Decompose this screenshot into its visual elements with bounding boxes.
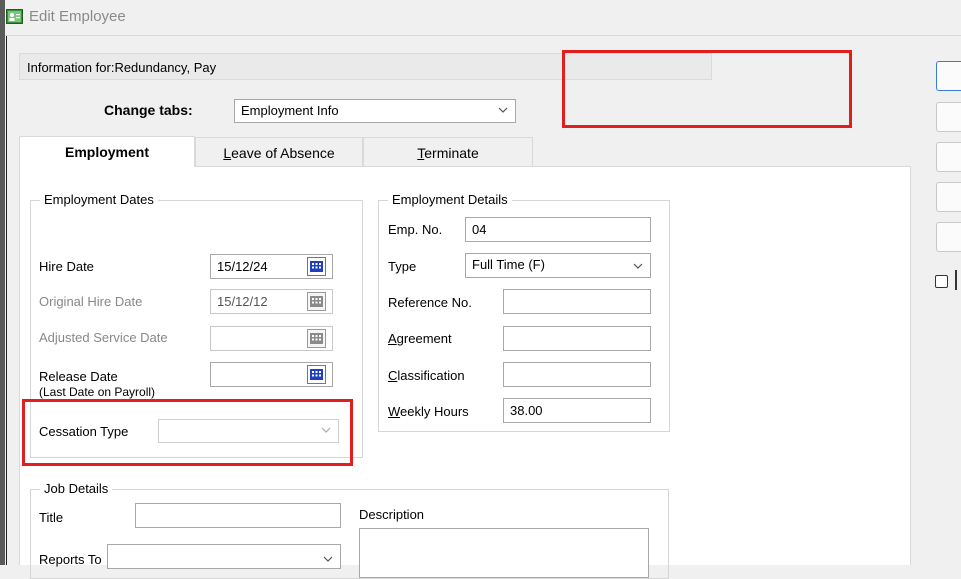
chevron-down-icon xyxy=(498,107,508,113)
classification-label-rest: lassification xyxy=(397,368,465,383)
weekly-hours-input[interactable]: 38.00 xyxy=(503,398,651,423)
classification-input[interactable] xyxy=(503,362,651,387)
change-tabs-label: Change tabs: xyxy=(104,102,193,118)
highlight-box-top xyxy=(562,50,852,128)
type-value: Full Time (F) xyxy=(472,257,545,272)
classification-hotkey: C xyxy=(388,368,398,383)
change-tabs-select[interactable]: Employment Info xyxy=(234,99,516,123)
side-checkbox[interactable] xyxy=(935,275,948,288)
info-label: Information for: xyxy=(27,60,115,75)
emp-no-value: 04 xyxy=(472,222,487,237)
tab-leave-of-absence[interactable]: Leave of Absence xyxy=(195,137,363,167)
agreement-input[interactable] xyxy=(503,326,651,351)
change-tabs-value: Employment Info xyxy=(241,103,339,118)
chevron-down-icon xyxy=(323,556,333,562)
emp-no-input[interactable]: 04 xyxy=(465,217,651,242)
side-button-4[interactable] xyxy=(936,182,961,212)
chevron-down-icon xyxy=(633,263,643,269)
emp-no-label: Emp. No. xyxy=(388,222,443,237)
reference-no-label: Reference No. xyxy=(388,295,472,310)
side-button-2[interactable] xyxy=(936,102,961,132)
agreement-label: Agreement xyxy=(388,331,452,346)
calendar-icon[interactable] xyxy=(307,257,326,276)
agreement-label-rest: greement xyxy=(396,331,452,346)
employee-card-icon xyxy=(6,9,23,24)
reference-no-input[interactable] xyxy=(503,289,651,314)
classification-label: Classification xyxy=(388,368,465,383)
tab-employment[interactable]: Employment xyxy=(19,136,195,167)
calendar-icon xyxy=(307,329,326,348)
job-details-legend: Job Details xyxy=(40,481,113,496)
release-date-label: Release Date xyxy=(39,369,118,384)
info-text: Information for:Redundancy, Pay xyxy=(27,60,216,75)
side-button-3[interactable] xyxy=(936,142,961,172)
adjusted-service-date-label: Adjusted Service Date xyxy=(39,330,168,345)
employee-name: Redundancy, Pay xyxy=(114,60,217,75)
side-button-5[interactable] xyxy=(936,222,961,252)
weekly-hours-label: Weekly Hours xyxy=(388,404,469,419)
window-edge xyxy=(0,0,5,565)
calendar-icon xyxy=(307,292,326,311)
employment-dates-legend: Employment Dates xyxy=(40,192,158,207)
highlight-box-cessation xyxy=(22,399,353,466)
window-title: Edit Employee xyxy=(29,8,126,25)
title-label: Title xyxy=(39,510,64,525)
release-date-sublabel: (Last Date on Payroll) xyxy=(39,385,156,399)
weekly-hours-label-rest: eekly Hours xyxy=(400,404,469,419)
tab-employment-label: Employment xyxy=(64,144,149,160)
tab-terminate[interactable]: Terminate xyxy=(363,137,533,167)
type-label: Type xyxy=(388,259,417,274)
agreement-hotkey: A xyxy=(388,331,397,346)
side-checkbox-label-edge xyxy=(955,270,961,290)
hire-date-value: 15/12/24 xyxy=(217,259,268,274)
tab-terminate-label: erminate xyxy=(424,145,479,161)
description-input[interactable] xyxy=(359,528,649,578)
weekly-hours-hotkey: W xyxy=(388,404,401,419)
title-input[interactable] xyxy=(135,503,341,528)
reports-to-select[interactable] xyxy=(107,544,341,569)
tab-leave-label: eave of Absence xyxy=(231,145,335,161)
weekly-hours-value: 38.00 xyxy=(510,403,543,418)
side-button-1[interactable] xyxy=(936,61,961,91)
original-hire-date-label: Original Hire Date xyxy=(39,294,143,309)
original-hire-date-value: 15/12/12 xyxy=(217,294,268,309)
tab-leave-hotkey: L xyxy=(223,145,232,161)
description-label: Description xyxy=(359,507,425,522)
employment-details-legend: Employment Details xyxy=(388,192,512,207)
type-select[interactable]: Full Time (F) xyxy=(465,253,651,278)
dialog-border xyxy=(6,36,7,565)
title-bar xyxy=(5,0,961,36)
hire-date-label: Hire Date xyxy=(39,259,94,274)
calendar-icon[interactable] xyxy=(307,365,326,384)
